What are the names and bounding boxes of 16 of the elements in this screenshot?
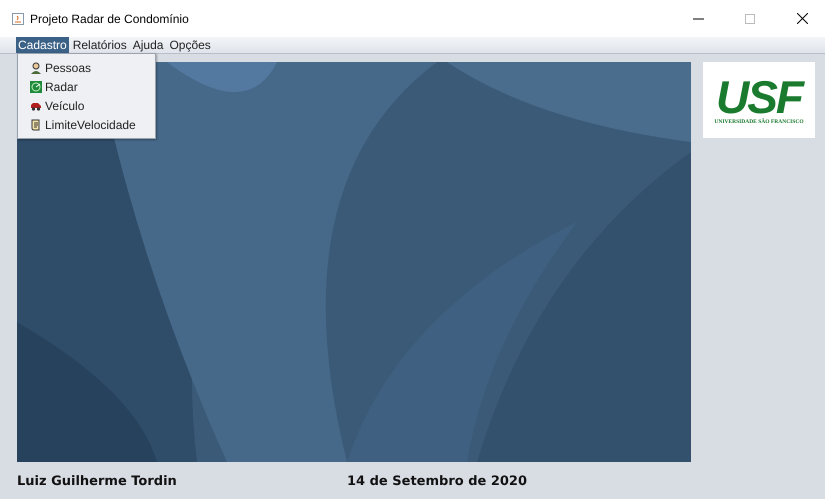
menu-entry[interactable]: Pessoas	[18, 58, 155, 77]
window-title: Projeto Radar de Condomínio	[30, 12, 189, 26]
menu-entry[interactable]: Veículo	[18, 96, 155, 115]
menu-item[interactable]: Cadastro	[16, 37, 69, 53]
menu-item[interactable]: Ajuda	[130, 37, 166, 53]
menu-entry[interactable]: Radar	[18, 77, 155, 96]
author-name: Luiz Guilherme Tordin	[17, 474, 178, 489]
person-icon	[30, 62, 42, 74]
date-label: 14 de Setembro de 2020	[347, 474, 528, 489]
menu-entry[interactable]: LimiteVelocidade	[18, 115, 155, 134]
menu-item[interactable]: Relatórios	[70, 37, 129, 53]
close-icon[interactable]	[796, 13, 808, 24]
scroll-icon	[30, 118, 42, 130]
logo-mark: USF	[716, 75, 802, 119]
radar-icon	[30, 80, 42, 92]
menu-item[interactable]: Opções	[167, 37, 213, 53]
